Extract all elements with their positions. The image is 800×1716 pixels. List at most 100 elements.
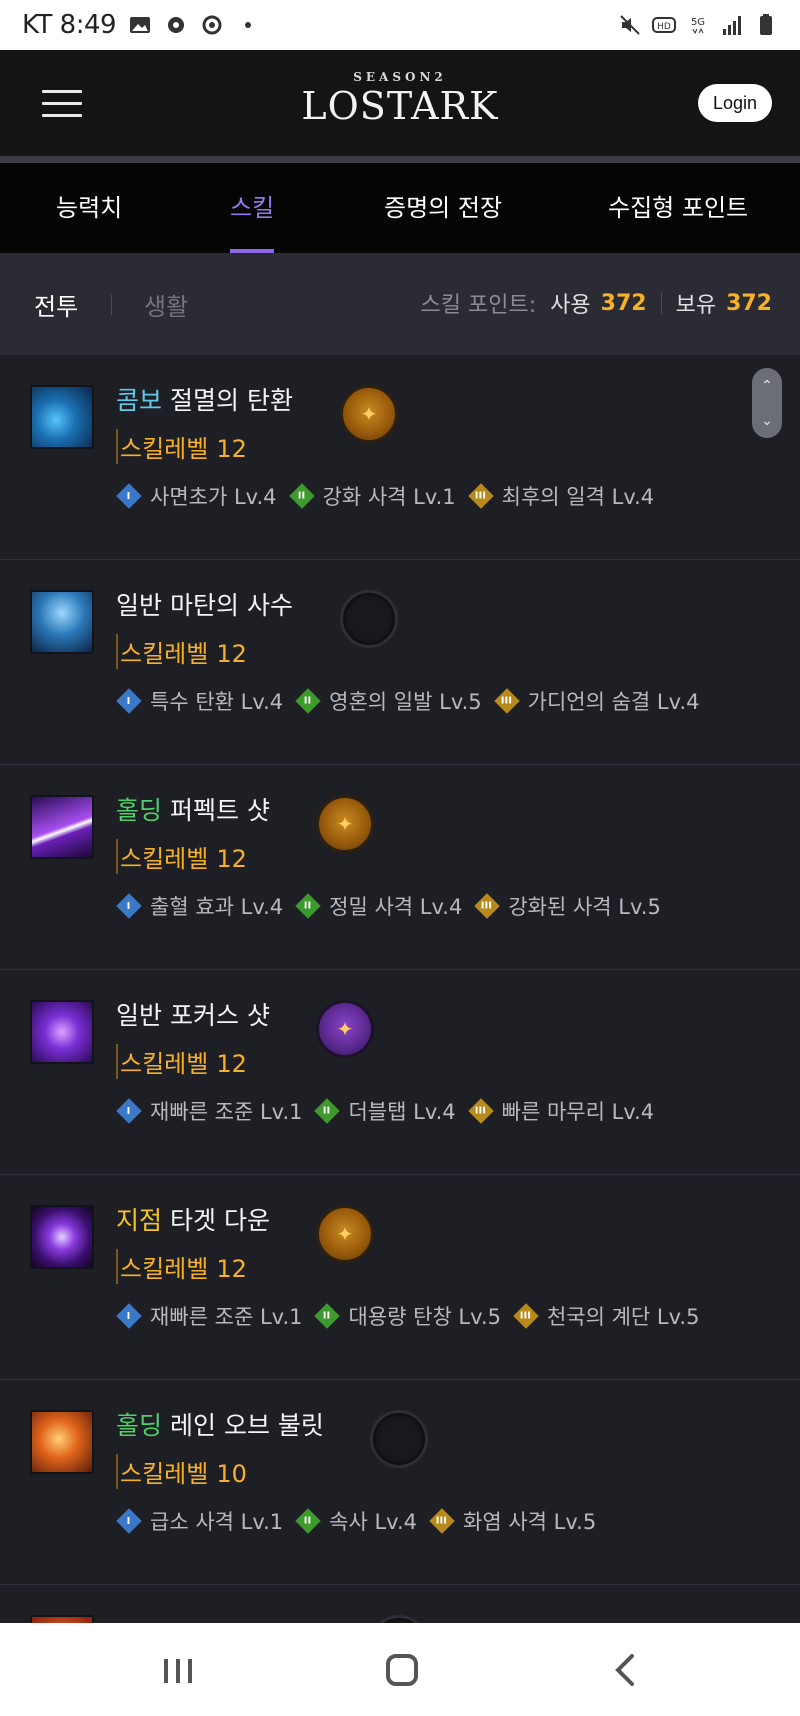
skill-name: 홀딩 레인 오브 불릿 [116, 1406, 324, 1442]
tripod-item: I 재빠른 조준 Lv.1 [116, 1096, 302, 1126]
tripod-item: III 빠른 마무리 Lv.4 [467, 1096, 655, 1126]
tripod-label: 강화 사격 Lv.1 [322, 485, 456, 509]
tripod-tier-3-icon: III [429, 1508, 455, 1534]
skill-name: 콤보 절멸의 탄환 [116, 381, 293, 417]
skill-title: 마탄의 사수 [170, 591, 293, 620]
rune-slot[interactable] [370, 1410, 428, 1468]
tripod-tier-2-icon: II [295, 1508, 321, 1534]
skill-icon[interactable] [30, 795, 94, 859]
tripod-tier-1-icon: I [116, 688, 142, 714]
app-notification-icon [168, 17, 185, 33]
skill-title: 포커스 샷 [170, 1001, 270, 1030]
tripod-tier-3-icon: III [493, 688, 520, 714]
skill-icon[interactable] [30, 385, 94, 449]
tripod-tier-3-icon: III [467, 483, 494, 509]
tab-skills[interactable]: 스킬 [230, 163, 275, 253]
signal-icon [723, 16, 741, 35]
skill-points: 스킬 포인트: 사용 372 보유 372 [421, 287, 772, 319]
tripod-label: 재빠른 조준 Lv.1 [150, 1305, 303, 1329]
skill-points-used-label: 사용 [550, 293, 591, 318]
tripod-item: II 강화 사격 Lv.1 [288, 481, 456, 511]
skill-level-label: 스킬레벨 [120, 435, 209, 463]
tripod-list: I 급소 사격 Lv.1 II 속사 Lv.4 III 화염 사격 Lv.5 [116, 1506, 608, 1536]
skill-icon[interactable] [30, 1000, 94, 1064]
tab-stats[interactable]: 능력치 [56, 163, 122, 253]
tripod-item: II 속사 Lv.4 [295, 1506, 417, 1536]
skill-level: 스킬레벨 10 [116, 1454, 247, 1489]
tripod-item: I 급소 사격 Lv.1 [116, 1506, 283, 1536]
skill-icon[interactable] [30, 590, 94, 654]
skill-icon[interactable] [30, 1410, 94, 1474]
skill-icon[interactable] [30, 1615, 94, 1623]
lostark-logo[interactable]: SEASON2 LOSTARK [290, 70, 510, 140]
status-bar: KT 8:49 HD 5G [0, 0, 800, 50]
rune-slot[interactable]: ✦ [316, 1000, 374, 1058]
tripod-list: I 재빠른 조준 Lv.1 II 더블탭 Lv.4 III 빠른 마무리 Lv.… [116, 1096, 666, 1126]
tripod-label: 빠른 마무리 Lv.4 [501, 1100, 655, 1124]
tripod-label: 특수 탄환 Lv.4 [150, 690, 284, 714]
tripod-label: 사면초가 Lv.4 [150, 485, 277, 509]
skill-level-label: 스킬레벨 [120, 845, 209, 873]
tripod-label: 영혼의 일발 Lv.5 [329, 690, 482, 714]
skill-level-label: 스킬레벨 [120, 1255, 209, 1283]
skill-points-owned-value: 372 [726, 290, 772, 316]
tripod-tier-2-icon: II [295, 893, 321, 919]
rune-icon: ✦ [336, 1017, 354, 1041]
subtab-combat[interactable]: 전투 [34, 287, 78, 322]
tripod-item: III 천국의 계단 Lv.5 [513, 1301, 699, 1331]
back-icon[interactable] [596, 1645, 656, 1695]
settings-icon [202, 15, 222, 35]
tripod-tier-3-icon: III [474, 893, 501, 919]
skill-row[interactable]: 콤보 절멸의 탄환 ✦ 스킬레벨 12 I 사면초가 Lv.4 II 강화 사격 L… [0, 355, 800, 560]
skill-level-label: 스킬레벨 [120, 1460, 209, 1488]
skill-title: 절멸의 탄환 [170, 386, 293, 415]
skill-level-value: 12 [216, 845, 247, 873]
rune-slot[interactable]: ✦ [340, 385, 398, 443]
recent-apps-icon[interactable] [148, 1645, 208, 1695]
scroll-control[interactable]: ⌃ ⌄ [752, 368, 782, 438]
chevron-down-icon[interactable]: ⌄ [761, 414, 773, 428]
skill-type: 홀딩 [116, 796, 163, 825]
tripod-label: 재빠른 조준 Lv.1 [150, 1100, 303, 1124]
tab-collectibles[interactable]: 수집형 포인트 [608, 163, 748, 253]
menu-icon-bar [42, 90, 82, 93]
tripod-label: 천국의 계단 Lv.5 [546, 1305, 700, 1329]
skill-row[interactable]: 홀딩 레인 오브 불릿 스킬레벨 10 I 급소 사격 Lv.1 II 속사 Lv.… [0, 1380, 800, 1585]
system-nav-bar [0, 1623, 800, 1716]
skill-type: 일반 [116, 1001, 163, 1030]
skill-name: 일반 마탄의 사수 [116, 586, 293, 622]
tripod-item: II 더블탭 Lv.4 [314, 1096, 456, 1126]
menu-button[interactable] [42, 90, 82, 118]
tripod-tier-1-icon: I [116, 1303, 142, 1329]
skill-level-value: 10 [216, 1460, 247, 1488]
skill-row-partial[interactable] [0, 1585, 800, 1623]
skill-level: 스킬레벨 12 [116, 1044, 247, 1079]
skill-points-owned-label: 보유 [675, 293, 717, 318]
rune-slot[interactable] [370, 1615, 428, 1623]
skill-title: 타겟 다운 [170, 1206, 270, 1235]
5g-icon: 5G [691, 17, 705, 35]
rune-slot[interactable]: ✦ [316, 795, 374, 853]
login-button[interactable]: Login [698, 84, 772, 122]
tripod-item: III 화염 사격 Lv.5 [429, 1506, 596, 1536]
dot-icon [245, 22, 252, 28]
carrier-time: KT 8:49 [22, 10, 117, 40]
rune-icon: ✦ [360, 402, 378, 426]
tripod-list: I 출혈 효과 Lv.4 II 정밀 사격 Lv.4 III 강화된 사격 Lv… [116, 891, 673, 921]
tripod-item: II 영혼의 일발 Lv.5 [295, 686, 482, 716]
skill-title: 퍼펙트 샷 [170, 796, 270, 825]
menu-icon-bar [42, 102, 82, 105]
subtab-life[interactable]: 생활 [144, 287, 188, 322]
rune-slot[interactable] [340, 590, 398, 648]
skill-row[interactable]: 일반 마탄의 사수 스킬레벨 12 I 특수 탄환 Lv.4 II 영혼의 일발 L… [0, 560, 800, 765]
skill-row[interactable]: 지점 타겟 다운 ✦ 스킬레벨 12 I 재빠른 조준 Lv.1 II 대용량 탄창… [0, 1175, 800, 1380]
skill-row[interactable]: 일반 포커스 샷 ✦ 스킬레벨 12 I 재빠른 조준 Lv.1 II 더블탭 Lv… [0, 970, 800, 1175]
chevron-up-icon[interactable]: ⌃ [761, 379, 773, 393]
skill-points-used-value: 372 [600, 290, 647, 316]
skill-row[interactable]: 홀딩 퍼펙트 샷 ✦ 스킬레벨 12 I 출혈 효과 Lv.4 II 정밀 사격 L… [0, 765, 800, 970]
rune-slot[interactable]: ✦ [316, 1205, 374, 1263]
tab-proving-grounds[interactable]: 증명의 전장 [384, 163, 502, 253]
home-icon[interactable] [372, 1645, 432, 1695]
skill-icon[interactable] [30, 1205, 94, 1269]
tripod-label: 속사 Lv.4 [329, 1510, 418, 1534]
